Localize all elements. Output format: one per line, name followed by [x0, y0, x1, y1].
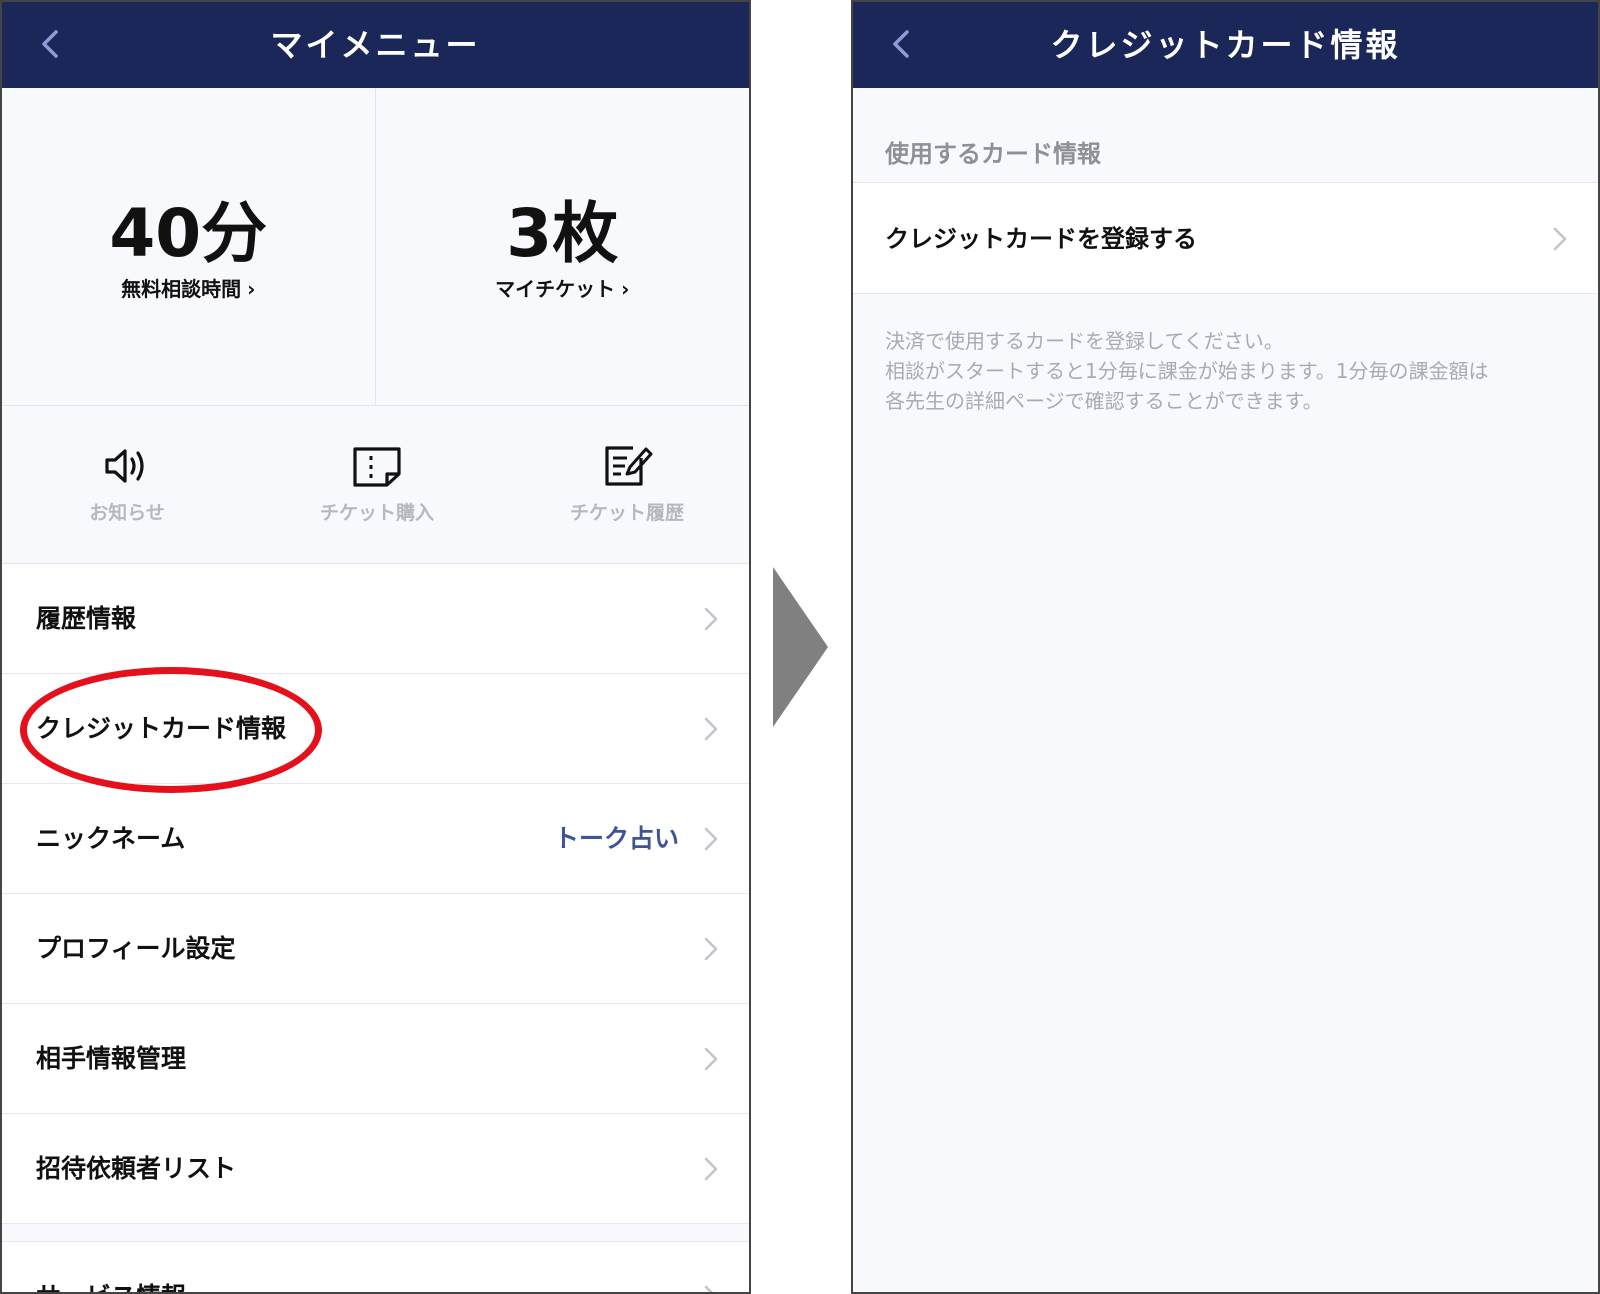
speaker-icon — [105, 449, 144, 483]
ticket-count-value: 3枚 — [506, 195, 619, 272]
chevron-right-icon — [704, 1157, 718, 1181]
edit-note-icon — [605, 446, 653, 486]
menu-item-label: クレジットカード情報 — [36, 714, 287, 743]
section-heading: 使用するカード情報 — [885, 140, 1101, 168]
nickname-value: トーク占い — [553, 824, 679, 853]
menu-item-invite-list[interactable]: 招待依頼者リスト — [2, 1114, 749, 1224]
chevron-right-icon: › — [621, 277, 630, 301]
ticket-history-label: チケット履歴 — [569, 502, 684, 524]
register-card-label: クレジットカードを登録する — [885, 225, 1197, 253]
header-bar: クレジットカード情報 — [853, 2, 1598, 88]
stats-panel: 40分 無料相談時間 › 3枚 マイチケット › — [2, 88, 749, 406]
menu-item-label: ニックネーム — [36, 824, 186, 853]
my-ticket-label: マイチケット — [495, 277, 616, 301]
quick-actions: お知らせ チケット購入 チケット履歴 — [2, 406, 749, 564]
register-card-button[interactable]: クレジットカードを登録する — [853, 182, 1598, 294]
note-line: 相談がスタートすると1分毎に課金が始まります。1分毎の課金額は — [885, 359, 1489, 383]
chevron-right-icon — [704, 1047, 718, 1071]
menu-list: 履歴情報 クレジットカード情報 ニックネーム トーク占い プロフィール設定 相手… — [2, 564, 749, 1292]
page-title: クレジットカード情報 — [1050, 26, 1401, 64]
chevron-right-icon — [704, 937, 718, 961]
menu-item-partner-info[interactable]: 相手情報管理 — [2, 1004, 749, 1114]
header-bar: マイメニュー — [2, 2, 749, 88]
transition-arrow-icon — [773, 567, 828, 727]
free-time-link[interactable]: 無料相談時間 › — [2, 274, 375, 304]
chevron-right-icon — [704, 717, 718, 741]
section-divider — [2, 1224, 749, 1242]
menu-item-credit-card[interactable]: クレジットカード情報 — [2, 674, 749, 784]
chevron-right-icon: › — [247, 277, 256, 301]
ticket-purchase-label: チケット購入 — [319, 502, 434, 524]
menu-item-history[interactable]: 履歴情報 — [2, 564, 749, 674]
chevron-right-icon — [704, 1285, 713, 1292]
menu-item-label: 履歴情報 — [36, 604, 137, 633]
menu-item-label: プロフィール設定 — [36, 934, 236, 963]
free-time-value: 40分 — [109, 195, 268, 272]
ticket-icon — [353, 447, 401, 487]
menu-item-label: 招待依頼者リスト — [36, 1154, 237, 1183]
my-ticket-stat[interactable]: 3枚 マイチケット › — [376, 88, 750, 406]
my-menu-screen: マイメニュー 40分 無料相談時間 › 3枚 マイチケット › お知らせ チケッ… — [0, 0, 751, 1294]
notice-label: お知らせ — [89, 502, 165, 524]
menu-item-profile[interactable]: プロフィール設定 — [2, 894, 749, 1004]
note-line: 各先生の詳細ページで確認することができます。 — [885, 389, 1323, 413]
card-note: 決済で使用するカードを登録してください。 相談がスタートすると1分毎に課金が始ま… — [885, 326, 1558, 416]
free-time-stat[interactable]: 40分 無料相談時間 › — [2, 88, 376, 406]
menu-item-label: 相手情報管理 — [36, 1044, 187, 1073]
free-time-label: 無料相談時間 — [121, 277, 242, 301]
chevron-right-icon — [704, 827, 718, 851]
menu-item-service-info[interactable]: サービス情報 — [2, 1242, 749, 1292]
my-ticket-link[interactable]: マイチケット › — [376, 274, 750, 304]
ticket-history-button[interactable]: チケット履歴 — [502, 406, 749, 564]
menu-item-nickname[interactable]: ニックネーム トーク占い — [2, 784, 749, 894]
chevron-right-icon — [1553, 227, 1567, 251]
note-line: 決済で使用するカードを登録してください。 — [885, 329, 1284, 353]
menu-item-label: サービス情報 — [36, 1242, 186, 1292]
credit-card-screen: クレジットカード情報 使用するカード情報 クレジットカードを登録する 決済で使用… — [851, 0, 1600, 1294]
page-title: マイメニュー — [270, 26, 481, 64]
chevron-right-icon — [704, 607, 718, 631]
ticket-purchase-button[interactable]: チケット購入 — [252, 406, 502, 564]
notice-button[interactable]: お知らせ — [2, 406, 252, 564]
